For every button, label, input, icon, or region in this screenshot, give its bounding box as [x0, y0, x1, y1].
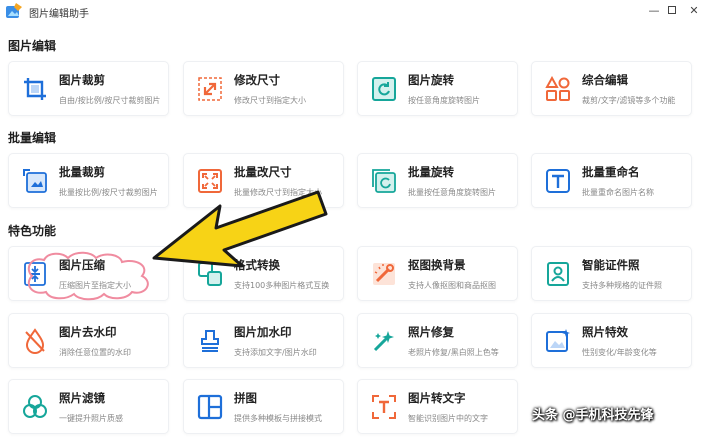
repair-icon: [371, 328, 397, 354]
rotate-icon: [371, 76, 397, 102]
cutout-icon: [371, 261, 397, 287]
collage-icon: [197, 394, 223, 420]
card-batch-crop[interactable]: 批量裁剪 批量按比例/按尺寸裁剪图片: [8, 153, 169, 208]
card-id-photo[interactable]: 智能证件照 支持多种规格的证件照: [531, 246, 692, 301]
card-format-convert[interactable]: 格式转换 支持100多种图片格式互换: [183, 246, 344, 301]
format-convert-icon: [197, 261, 223, 287]
card-desc: 支持多种规格的证件照: [582, 281, 662, 290]
ocr-icon: [371, 394, 397, 420]
minimize-button[interactable]: —: [646, 2, 662, 18]
card-resize[interactable]: 修改尺寸 修改尺寸到指定大小: [183, 61, 344, 116]
card-desc: 批量按任意角度旋转图片: [408, 188, 496, 197]
watermark-text: 头条 @手机科技先锋: [532, 408, 654, 423]
section-title-features: 特色功能: [8, 224, 57, 238]
maximize-icon: [668, 6, 676, 14]
card-batch-rotate[interactable]: 批量旋转 批量按任意角度旋转图片: [357, 153, 518, 208]
card-photo-repair[interactable]: 照片修复 老照片修复/黑白照上色等: [357, 313, 518, 368]
maximize-button[interactable]: [664, 2, 680, 18]
card-title: 抠图换背景: [408, 258, 466, 272]
effects-icon: [545, 328, 571, 354]
batch-crop-icon: [22, 168, 48, 194]
app-title: 图片编辑助手: [29, 9, 89, 20]
batch-rotate-icon: [371, 168, 397, 194]
close-button[interactable]: ✕: [686, 2, 702, 18]
card-desc: 支持人像抠图和商品抠图: [408, 281, 496, 290]
card-title: 格式转换: [234, 258, 280, 272]
card-title: 照片特效: [582, 325, 628, 339]
card-rotate[interactable]: 图片旋转 按任意角度旋转图片: [357, 61, 518, 116]
card-desc: 提供多种模板与拼接模式: [234, 414, 322, 423]
card-desc: 自由/按比例/按尺寸裁剪图片: [59, 96, 161, 105]
card-image-to-text[interactable]: 图片转文字 智能识别图片中的文字: [357, 379, 518, 434]
card-title: 智能证件照: [582, 258, 640, 272]
card-title: 图片去水印: [59, 325, 117, 339]
card-batch-resize[interactable]: 批量改尺寸 批量修改尺寸到指定大小: [183, 153, 344, 208]
card-photo-effects[interactable]: 照片特效 性别变化/年龄变化等: [531, 313, 692, 368]
add-watermark-icon: [197, 328, 223, 354]
card-title: 图片加水印: [234, 325, 292, 339]
batch-resize-icon: [197, 168, 223, 194]
card-desc: 批量按比例/按尺寸裁剪图片: [59, 188, 158, 197]
card-title: 图片旋转: [408, 73, 454, 87]
card-cutout[interactable]: 抠图换背景 支持人像抠图和商品抠图: [357, 246, 518, 301]
card-batch-rename[interactable]: 批量重命名 批量重命名图片名称: [531, 153, 692, 208]
card-desc: 批量重命名图片名称: [582, 188, 654, 197]
card-title: 照片滤镜: [59, 391, 105, 405]
card-desc: 一键提升照片质感: [59, 414, 123, 423]
card-title: 批量旋转: [408, 165, 454, 179]
card-desc: 压缩图片至指定大小: [59, 281, 131, 290]
card-desc: 支持100多种图片格式互换: [234, 281, 330, 290]
section-title-batch-edit: 批量编辑: [8, 131, 57, 145]
card-title: 批量改尺寸: [234, 165, 292, 179]
card-title: 批量重命名: [582, 165, 640, 179]
filter-icon: [22, 394, 48, 420]
rename-icon: [545, 168, 571, 194]
resize-icon: [197, 76, 223, 102]
card-desc: 消除任意位置的水印: [59, 348, 131, 357]
card-desc: 按任意角度旋转图片: [408, 96, 480, 105]
card-desc: 修改尺寸到指定大小: [234, 96, 306, 105]
section-title-image-edit: 图片编辑: [8, 39, 57, 53]
title-bar: 图片编辑助手 — ✕: [0, 0, 716, 22]
remove-watermark-icon: [22, 328, 48, 354]
card-crop[interactable]: 图片裁剪 自由/按比例/按尺寸裁剪图片: [8, 61, 169, 116]
crop-icon: [22, 76, 48, 102]
card-desc: 智能识别图片中的文字: [408, 414, 488, 423]
id-photo-icon: [545, 261, 571, 287]
card-title: 图片裁剪: [59, 73, 105, 87]
card-title: 修改尺寸: [234, 73, 280, 87]
card-desc: 裁剪/文字/滤镜等多个功能: [582, 96, 676, 105]
card-title: 综合编辑: [582, 73, 628, 87]
card-comprehensive-edit[interactable]: 综合编辑 裁剪/文字/滤镜等多个功能: [531, 61, 692, 116]
card-desc: 老照片修复/黑白照上色等: [408, 348, 499, 357]
card-title: 拼图: [234, 391, 257, 405]
card-desc: 性别变化/年龄变化等: [582, 348, 657, 357]
compress-icon: [22, 261, 48, 287]
card-title: 图片转文字: [408, 391, 466, 405]
card-compress[interactable]: 图片压缩 压缩图片至指定大小: [8, 246, 169, 301]
card-collage[interactable]: 拼图 提供多种模板与拼接模式: [183, 379, 344, 434]
shapes-icon: [545, 76, 571, 102]
card-title: 照片修复: [408, 325, 454, 339]
card-title: 图片压缩: [59, 258, 105, 272]
card-desc: 支持添加文字/图片水印: [234, 348, 317, 357]
card-add-watermark[interactable]: 图片加水印 支持添加文字/图片水印: [183, 313, 344, 368]
app-logo-icon: [5, 2, 23, 20]
card-remove-watermark[interactable]: 图片去水印 消除任意位置的水印: [8, 313, 169, 368]
card-photo-filter[interactable]: 照片滤镜 一键提升照片质感: [8, 379, 169, 434]
card-desc: 批量修改尺寸到指定大小: [234, 188, 322, 197]
card-title: 批量裁剪: [59, 165, 105, 179]
